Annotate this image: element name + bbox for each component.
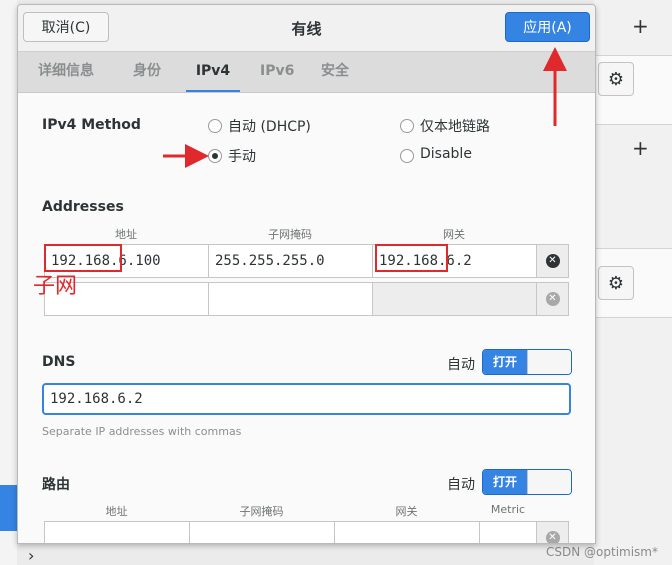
annotation-arrows [163, 47, 567, 168]
